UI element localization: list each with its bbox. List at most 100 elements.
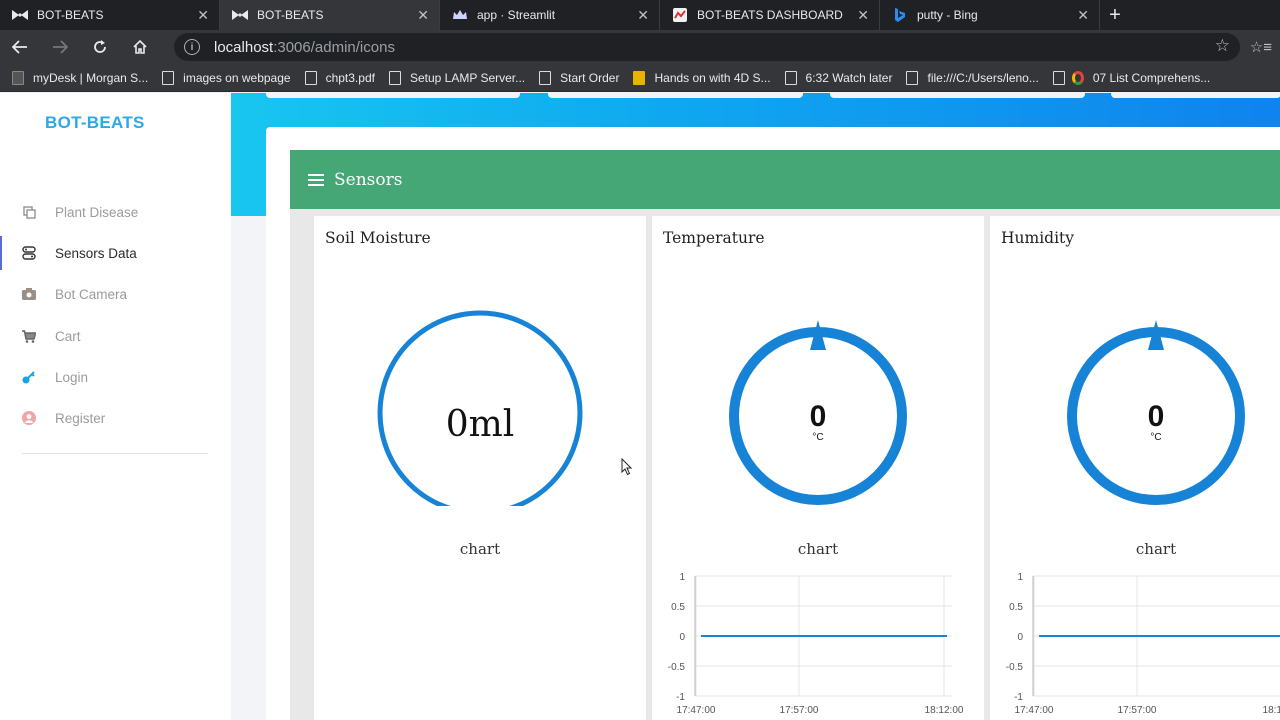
address-bar[interactable]: i localhost :3006/admin/icons ☆ bbox=[174, 33, 1240, 61]
bookmark-label: images on webpage bbox=[183, 70, 291, 85]
browser-tab-4[interactable]: BOT-BEATS DASHBOARD ✕ bbox=[660, 0, 880, 30]
sidebar-item-label: Bot Camera bbox=[55, 286, 128, 302]
x-tick-label: 17:57:00 bbox=[1118, 705, 1157, 716]
x-tick-label: 18:12:00 bbox=[925, 705, 964, 716]
favorites-icon[interactable]: ☆≡ bbox=[1250, 38, 1272, 56]
reload-button[interactable] bbox=[80, 30, 120, 64]
chrome-icon bbox=[1071, 70, 1084, 85]
gauge-unit: °C bbox=[1150, 432, 1161, 443]
url-host: localhost bbox=[214, 38, 274, 56]
bookmark-item[interactable]: 07 List Comprehens... bbox=[1052, 70, 1211, 85]
x-tick-label: 17:57:00 bbox=[780, 705, 819, 716]
sidebar-item-cart[interactable]: Cart bbox=[0, 319, 231, 353]
close-icon[interactable]: ✕ bbox=[417, 7, 429, 24]
sidebar-item-label: Register bbox=[55, 410, 106, 426]
page-icon bbox=[906, 70, 919, 85]
stat-card bbox=[830, 93, 1085, 98]
x-tick-label: 17:47:00 bbox=[1015, 705, 1054, 716]
bookmark-item[interactable]: Setup LAMP Server... bbox=[388, 70, 526, 85]
page-icon bbox=[162, 70, 175, 85]
y-tick-label: -1 bbox=[676, 692, 685, 703]
gauge-value: 0 bbox=[1148, 400, 1165, 433]
stat-card bbox=[266, 93, 520, 98]
page-icon bbox=[304, 70, 317, 85]
sidebar-divider bbox=[22, 453, 208, 454]
dashboard-favicon-icon bbox=[672, 7, 688, 23]
cart-icon bbox=[22, 329, 36, 343]
menu-icon[interactable] bbox=[308, 173, 324, 186]
back-button[interactable] bbox=[0, 30, 40, 64]
bookmark-item[interactable]: 6:32 Watch later bbox=[784, 70, 892, 85]
widget-title: Soil Moisture bbox=[325, 229, 431, 247]
mouse-cursor-icon bbox=[621, 458, 633, 476]
home-icon bbox=[133, 39, 147, 54]
stat-card bbox=[1111, 93, 1280, 98]
y-tick-label: 1 bbox=[679, 572, 685, 583]
close-icon[interactable]: ✕ bbox=[1077, 7, 1089, 24]
bookmark-label: Hands on with 4D S... bbox=[654, 70, 771, 85]
sidebar-item-login[interactable]: Login bbox=[0, 360, 231, 394]
page-icon bbox=[1052, 70, 1065, 85]
bookmark-item[interactable]: chpt3.pdf bbox=[304, 70, 375, 85]
sidebar-item-bot-camera[interactable]: Bot Camera bbox=[0, 277, 231, 311]
tab-title: putty - Bing bbox=[917, 8, 978, 22]
crown-icon bbox=[452, 7, 468, 23]
bookmark-label: Setup LAMP Server... bbox=[409, 70, 526, 85]
sidebar-item-label: Cart bbox=[55, 328, 81, 344]
url-path: :3006/admin/icons bbox=[273, 38, 395, 56]
y-tick-label: 1 bbox=[1017, 572, 1023, 583]
soil-moisture-widget: Soil Moisture 0ml chart bbox=[314, 216, 646, 720]
y-tick-label: 0 bbox=[1017, 632, 1023, 643]
gauge-value: 0 bbox=[810, 400, 827, 433]
sidebar-item-register[interactable]: Register bbox=[0, 401, 231, 435]
tab-title: BOT-BEATS bbox=[257, 8, 324, 22]
y-tick-label: -0.5 bbox=[668, 662, 686, 673]
chart-label: chart bbox=[1135, 540, 1177, 558]
new-tab-button[interactable]: + bbox=[1100, 0, 1130, 30]
browser-tab-5[interactable]: putty - Bing ✕ bbox=[880, 0, 1100, 30]
sensors-icon bbox=[22, 246, 36, 260]
close-icon[interactable]: ✕ bbox=[857, 7, 869, 24]
bookmark-label: chpt3.pdf bbox=[325, 70, 375, 85]
bookmark-label: myDesk | Morgan S... bbox=[33, 70, 149, 85]
sidebar-item-sensors-data[interactable]: Sensors Data bbox=[0, 236, 231, 270]
bookmarks-bar: myDesk | Morgan S... images on webpage c… bbox=[0, 64, 1280, 92]
chart-label: chart bbox=[797, 540, 839, 558]
close-icon[interactable]: ✕ bbox=[637, 7, 649, 24]
bookmark-item[interactable]: Start Order bbox=[539, 70, 620, 85]
page-icon bbox=[784, 70, 797, 85]
bookmark-label: Start Order bbox=[560, 70, 620, 85]
humidity-line-chart: 1 0.5 0 -0.5 -1 17:47:00 17:57:00 18:12:00 bbox=[1006, 572, 1280, 716]
close-icon[interactable]: ✕ bbox=[197, 7, 209, 24]
info-icon[interactable]: i bbox=[184, 39, 200, 55]
bookmark-item[interactable]: file:///C:/Users/leno... bbox=[906, 70, 1039, 85]
home-button[interactable] bbox=[120, 30, 160, 64]
browser-tab-2[interactable]: BOT-BEATS ✕ bbox=[220, 0, 440, 30]
brand-logo[interactable]: BOT-BEATS bbox=[45, 113, 145, 133]
bing-icon bbox=[892, 7, 908, 23]
forward-button[interactable] bbox=[40, 30, 80, 64]
info-badge-icon bbox=[633, 70, 646, 85]
panel-title: Sensors bbox=[334, 169, 403, 190]
sidebar-item-plant-disease[interactable]: Plant Disease bbox=[0, 195, 231, 229]
bookmark-item[interactable]: Hands on with 4D S... bbox=[633, 70, 771, 85]
y-tick-label: 0 bbox=[679, 632, 685, 643]
x-tick-label: 17:47:00 bbox=[677, 705, 716, 716]
bookmark-label: 07 List Comprehens... bbox=[1092, 70, 1211, 85]
browser-tab-bar: BOT-BEATS ✕ BOT-BEATS ✕ app · Streamlit … bbox=[0, 0, 1280, 30]
stat-card bbox=[548, 93, 803, 98]
browser-tab-1[interactable]: BOT-BEATS ✕ bbox=[0, 0, 220, 30]
user-circle-icon bbox=[22, 411, 36, 425]
camera-icon bbox=[22, 287, 36, 301]
y-tick-label: -1 bbox=[1014, 692, 1023, 703]
sidebar: BOT-BEATS Plant Disease Sensors Data Bot… bbox=[0, 93, 231, 720]
bookmark-item[interactable]: myDesk | Morgan S... bbox=[12, 70, 149, 85]
bookmark-item[interactable]: images on webpage bbox=[162, 70, 291, 85]
tab-title: BOT-BEATS bbox=[37, 8, 104, 22]
tab-title: BOT-BEATS DASHBOARD bbox=[697, 8, 843, 22]
gauge-unit: °C bbox=[812, 432, 823, 443]
star-icon[interactable]: ☆ bbox=[1215, 36, 1230, 56]
browser-tab-3[interactable]: app · Streamlit ✕ bbox=[440, 0, 660, 30]
x-tick-label: 18:12:00 bbox=[1263, 705, 1280, 716]
chart-label: chart bbox=[459, 540, 501, 558]
